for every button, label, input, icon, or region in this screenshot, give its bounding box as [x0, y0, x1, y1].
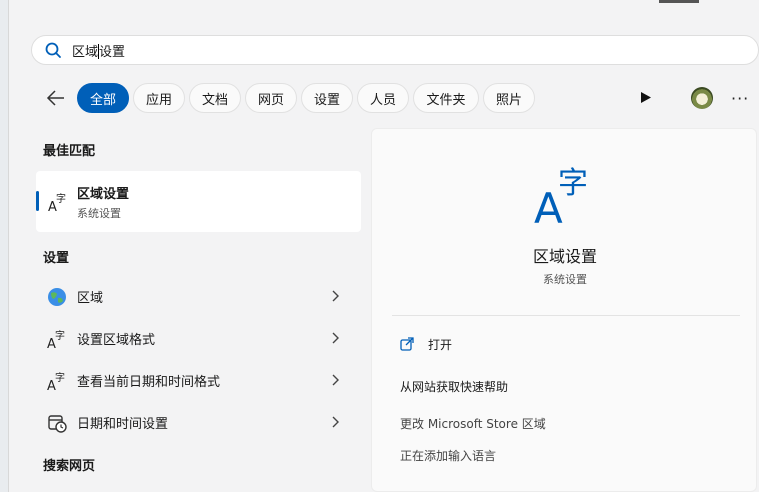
settings-item-label: 区域 — [77, 291, 104, 306]
section-search-web: 搜索网页 — [43, 459, 96, 474]
filter-apps[interactable]: 应用 — [133, 83, 185, 113]
svg-text:字: 字 — [558, 166, 588, 201]
filter-bar: 全部 应用 文档 网页 设置 人员 文件夹 照片 ··· — [9, 82, 759, 114]
filter-documents[interactable]: 文档 — [189, 83, 241, 113]
best-match-title: 区域设置 — [77, 187, 130, 202]
detail-subtitle: 系统设置 — [543, 273, 587, 286]
play-icon[interactable] — [640, 91, 652, 104]
detail-pane: A 字 区域设置 系统设置 打开 从网站获取快速帮助 更改 Microsoft … — [371, 128, 757, 492]
back-arrow-icon[interactable] — [46, 89, 66, 107]
settings-item-region[interactable]: 区域 — [36, 276, 361, 316]
action-open[interactable]: 打开 — [428, 336, 452, 353]
action-add-input-language[interactable]: 正在添加输入语言 — [400, 447, 496, 464]
filter-photos[interactable]: 照片 — [483, 83, 535, 113]
language-icon: A 字 — [47, 329, 65, 350]
settings-item-label: 设置区域格式 — [77, 333, 156, 348]
search-icon — [45, 42, 61, 58]
search-query-typed: 区域 — [72, 44, 99, 60]
filter-all[interactable]: 全部 — [77, 83, 129, 113]
language-icon: A 字 — [47, 371, 65, 392]
settings-item-region-format[interactable]: A 字 设置区域格式 — [36, 318, 361, 358]
language-icon: A 字 — [48, 192, 66, 213]
chevron-right-icon — [332, 374, 339, 386]
divider — [392, 315, 740, 316]
filter-folders[interactable]: 文件夹 — [413, 83, 479, 113]
filter-settings[interactable]: 设置 — [301, 83, 353, 113]
settings-item-datetime-format[interactable]: A 字 查看当前日期和时间格式 — [36, 360, 361, 400]
settings-item-label: 日期和时间设置 — [77, 417, 169, 432]
section-best-match: 最佳匹配 — [43, 144, 96, 159]
top-edge — [659, 0, 699, 3]
search-panel: 区域设置 全部 应用 文档 网页 设置 人员 文件夹 照片 ··· 最佳匹配 A… — [8, 0, 759, 492]
search-query-rest: 设置 — [99, 44, 126, 60]
settings-item-datetime-settings[interactable]: 日期和时间设置 — [36, 402, 361, 442]
chevron-right-icon — [332, 332, 339, 344]
selection-indicator — [36, 191, 39, 211]
search-input[interactable]: 区域设置 — [72, 41, 125, 60]
action-web-help[interactable]: 从网站获取快速帮助 — [400, 378, 508, 395]
settings-item-label: 查看当前日期和时间格式 — [77, 375, 221, 390]
search-box[interactable]: 区域设置 — [31, 35, 759, 65]
chevron-right-icon — [332, 416, 339, 428]
detail-title: 区域设置 — [532, 247, 597, 266]
open-external-icon — [400, 337, 414, 351]
avatar[interactable] — [691, 87, 713, 109]
chevron-right-icon — [332, 290, 339, 302]
action-change-store-region[interactable]: 更改 Microsoft Store 区域 — [400, 415, 546, 432]
best-match-subtitle: 系统设置 — [77, 207, 121, 220]
globe-icon — [48, 288, 66, 306]
best-match-result[interactable]: A 字 区域设置 系统设置 — [36, 171, 361, 232]
svg-text:字: 字 — [55, 329, 65, 342]
calendar-clock-icon — [48, 415, 67, 433]
more-options-icon[interactable]: ··· — [731, 89, 749, 108]
svg-text:字: 字 — [56, 192, 66, 205]
svg-text:字: 字 — [55, 371, 65, 384]
language-icon: A 字 — [534, 166, 588, 227]
filter-people[interactable]: 人员 — [357, 83, 409, 113]
filter-web[interactable]: 网页 — [245, 83, 297, 113]
section-settings: 设置 — [43, 251, 70, 266]
